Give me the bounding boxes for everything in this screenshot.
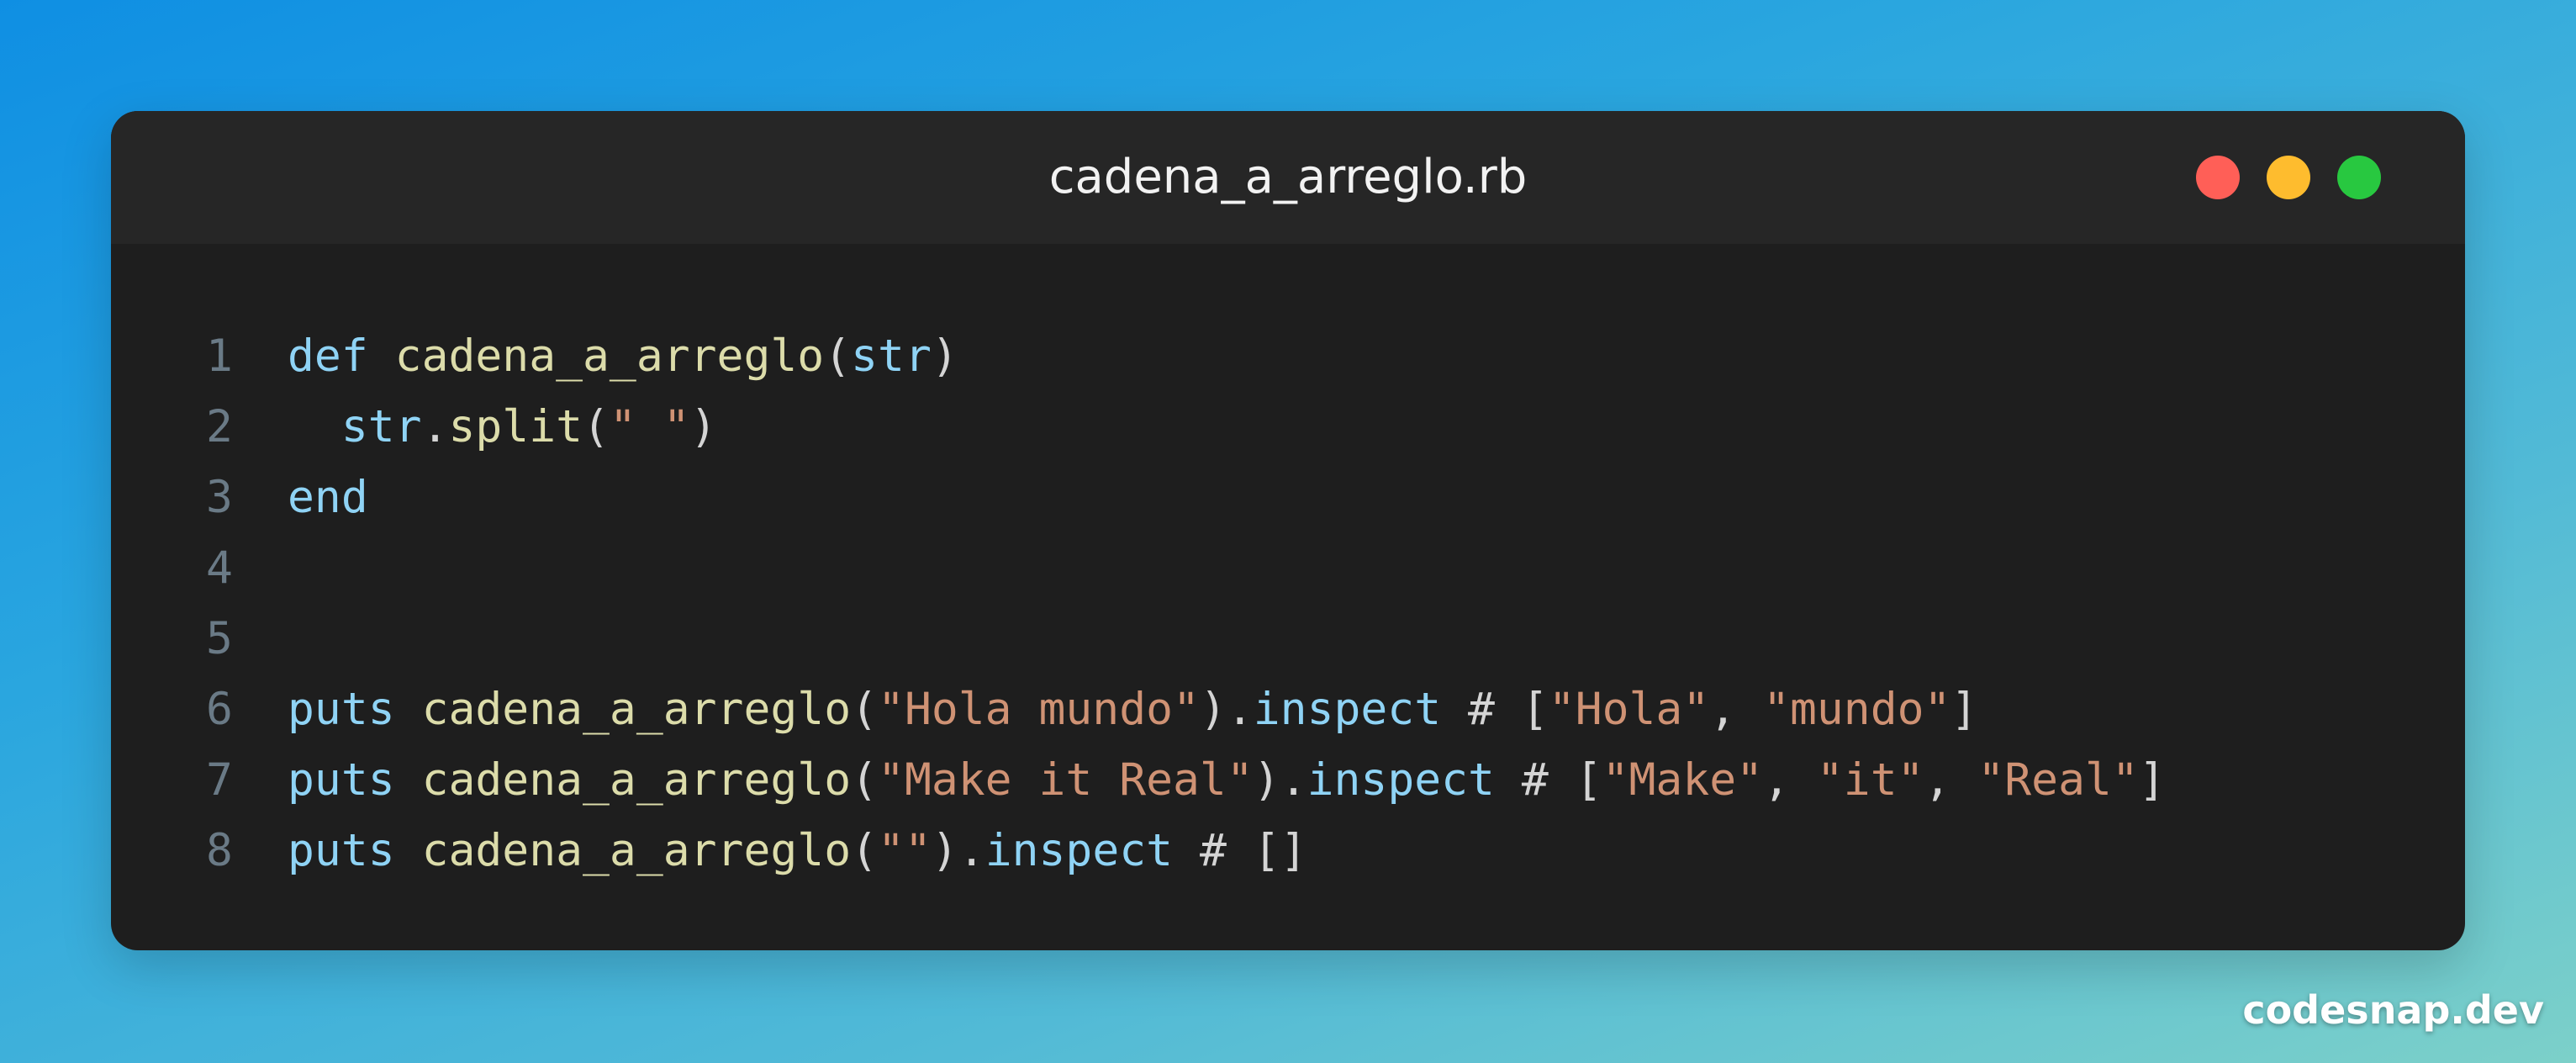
line-number: 3: [206, 472, 233, 523]
line-number: 1: [206, 331, 233, 382]
code-token: "it": [1816, 754, 1924, 806]
code-token: inspect: [984, 825, 1174, 876]
code-token: " ": [609, 401, 690, 452]
code-token: ,: [1763, 754, 1817, 806]
code-token: "Make it Real": [878, 754, 1254, 806]
line-source: puts cadena_a_arreglo("").inspect # []: [288, 816, 1307, 886]
code-token: "Make": [1602, 754, 1764, 806]
line-source: def cadena_a_arreglo(str): [288, 321, 958, 392]
line-number: 4: [206, 542, 233, 594]
line-source: puts cadena_a_arreglo("Make it Real").in…: [288, 745, 2166, 816]
code-token: # [: [1441, 684, 1549, 735]
code-token: def: [288, 331, 368, 382]
code-window: cadena_a_arreglo.rb 1 def cadena_a_arregl…: [111, 111, 2465, 950]
code-token: ]: [1950, 684, 1978, 735]
code-token: (: [851, 754, 879, 806]
code-token: # []: [1173, 825, 1307, 876]
code-token: end: [288, 472, 368, 523]
code-token: (: [583, 401, 610, 452]
window-controls: [2196, 156, 2381, 199]
close-dot-icon: [2196, 156, 2240, 199]
code-token: .: [421, 401, 449, 452]
line-number: 7: [206, 754, 233, 806]
code-token: (: [851, 684, 879, 735]
window-titlebar: cadena_a_arreglo.rb: [111, 111, 2465, 244]
code-token: cadena_a_arreglo: [394, 331, 825, 382]
code-token: ,: [1709, 684, 1764, 735]
line-source: end: [288, 463, 368, 533]
minimize-dot-icon: [2267, 156, 2310, 199]
code-token: inspect: [1253, 684, 1442, 735]
code-token: "Hola mundo": [878, 684, 1200, 735]
code-token: ): [689, 401, 717, 452]
code-token: "": [878, 825, 932, 876]
code-token: str: [340, 401, 422, 452]
code-token: (: [851, 825, 879, 876]
code-token: puts: [288, 754, 395, 806]
code-token: "mundo": [1763, 684, 1951, 735]
line-number: 6: [206, 684, 233, 735]
line-source: str.split(" "): [288, 392, 717, 463]
code-token: ).: [1199, 684, 1254, 735]
code-token: ,: [1924, 754, 1978, 806]
code-token: ).: [931, 825, 985, 876]
code-token: "Hola": [1548, 684, 1710, 735]
code-token: str: [851, 331, 932, 382]
code-token: inspect: [1306, 754, 1495, 806]
line-number: 8: [206, 825, 233, 876]
code-token: "Real": [1977, 754, 2139, 806]
line-number: 2: [206, 401, 233, 452]
code-token: ): [931, 331, 958, 382]
code-token: (: [824, 331, 852, 382]
code-token: cadena_a_arreglo: [421, 825, 852, 876]
code-token: ).: [1253, 754, 1307, 806]
code-token: ]: [2138, 754, 2166, 806]
code-token: puts: [288, 825, 395, 876]
line-source: puts cadena_a_arreglo("Hola mundo").insp…: [288, 674, 1977, 745]
code-token: cadena_a_arreglo: [421, 754, 852, 806]
file-title: cadena_a_arreglo.rb: [1048, 150, 1528, 204]
code-token: # [: [1494, 754, 1602, 806]
watermark: codesnap.dev: [2242, 987, 2544, 1033]
code-token: cadena_a_arreglo: [421, 684, 852, 735]
code-token: split: [448, 401, 583, 452]
code-token: puts: [288, 684, 395, 735]
line-number: 5: [206, 613, 233, 664]
maximize-dot-icon: [2337, 156, 2381, 199]
